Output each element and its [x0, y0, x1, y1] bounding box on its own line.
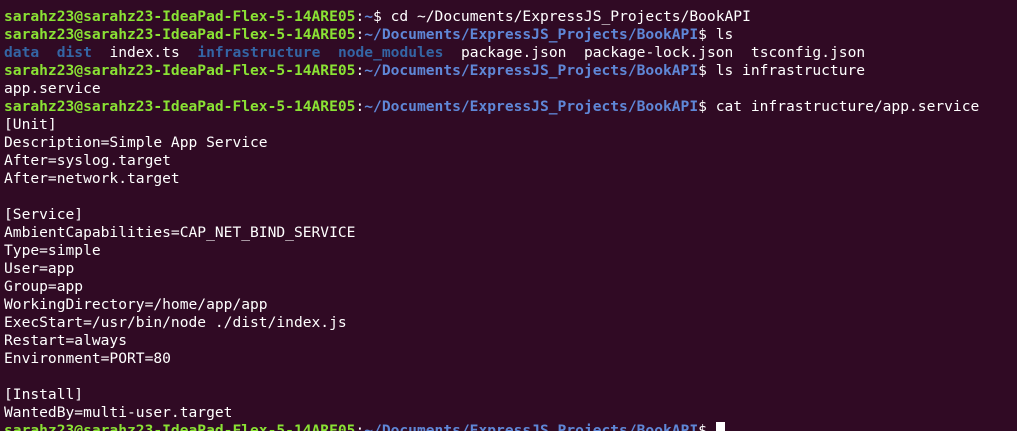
prompt-path: ~/Documents/ExpressJS_Projects/BookAPI	[364, 422, 699, 431]
output-line: [Service]	[4, 206, 84, 223]
directory-entry: dist	[56, 44, 92, 61]
command-text: cat infrastructure/app.service	[715, 98, 980, 115]
file-entry: index.ts	[109, 44, 180, 61]
output-line: WantedBy=multi-user.target	[4, 404, 233, 421]
prompt-line: sarahz23@sarahz23-IdeaPad-Flex-5-14ARE05…	[4, 26, 734, 43]
command-text: ls infrastructure	[715, 62, 866, 79]
directory-entry: infrastructure	[197, 44, 321, 61]
ls-output-line: data dist index.ts infrastructure node_m…	[4, 44, 1017, 62]
prompt-path: ~/Documents/ExpressJS_Projects/BookAPI	[364, 62, 699, 79]
prompt-path: ~/Documents/ExpressJS_Projects/BookAPI	[364, 26, 699, 43]
directory-entry: node_modules	[337, 44, 444, 61]
directory-entry: data	[4, 44, 40, 61]
file-entry: package-lock.json	[583, 44, 734, 61]
prompt-user-host: sarahz23@sarahz23-IdeaPad-Flex-5-14ARE05	[4, 98, 356, 115]
output-line: After=network.target	[4, 170, 180, 187]
prompt-user-host: sarahz23@sarahz23-IdeaPad-Flex-5-14ARE05	[4, 26, 356, 43]
prompt-user-host: sarahz23@sarahz23-IdeaPad-Flex-5-14ARE05	[4, 62, 356, 79]
prompt-path: ~/Documents/ExpressJS_Projects/BookAPI	[364, 98, 699, 115]
prompt-line: sarahz23@sarahz23-IdeaPad-Flex-5-14ARE05…	[4, 8, 751, 25]
text-cursor[interactable]	[715, 422, 725, 431]
prompt-user-host: sarahz23@sarahz23-IdeaPad-Flex-5-14ARE05	[4, 8, 356, 25]
output-line: ExecStart=/usr/bin/node ./dist/index.js	[4, 314, 347, 331]
terminal-window[interactable]: sarahz23@sarahz23-IdeaPad-Flex-5-14ARE05…	[0, 0, 1017, 431]
output-line: Restart=always	[4, 332, 128, 349]
output-line: Description=Simple App Service	[4, 134, 268, 151]
prompt-line: sarahz23@sarahz23-IdeaPad-Flex-5-14ARE05…	[4, 422, 1017, 431]
file-entry: package.json	[460, 44, 567, 61]
file-entry: tsconfig.json	[750, 44, 866, 61]
command-text: ls	[715, 26, 734, 43]
prompt-line: sarahz23@sarahz23-IdeaPad-Flex-5-14ARE05…	[4, 62, 866, 79]
prompt-user-host: sarahz23@sarahz23-IdeaPad-Flex-5-14ARE05	[4, 422, 356, 431]
output-line: After=syslog.target	[4, 152, 171, 169]
output-line: WorkingDirectory=/home/app/app	[4, 296, 268, 313]
prompt-line: sarahz23@sarahz23-IdeaPad-Flex-5-14ARE05…	[4, 98, 980, 115]
output-line: Group=app	[4, 278, 84, 295]
output-line: User=app	[4, 260, 75, 277]
output-line: app.service	[4, 80, 101, 97]
command-text: cd ~/Documents/ExpressJS_Projects/BookAP…	[390, 8, 751, 25]
output-line: Type=simple	[4, 242, 101, 259]
output-line: [Install]	[4, 386, 84, 403]
output-line: [Unit]	[4, 116, 57, 133]
output-line: AmbientCapabilities=CAP_NET_BIND_SERVICE	[4, 224, 356, 241]
output-line: Environment=PORT=80	[4, 350, 171, 367]
prompt-path: ~	[364, 8, 374, 25]
